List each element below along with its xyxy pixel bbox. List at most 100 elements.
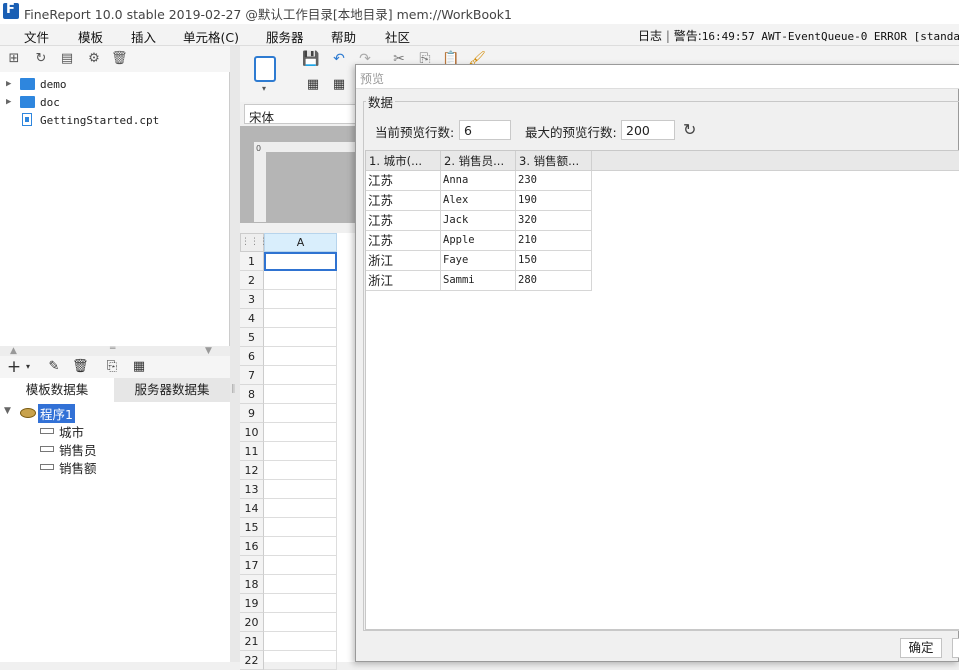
expand-arrow-icon[interactable]: ▶ (6, 97, 11, 107)
field-item[interactable]: 城市 (40, 422, 200, 440)
tab-server-dataset[interactable]: 服务器数据集 (114, 378, 230, 402)
row-header[interactable]: 22 (240, 651, 264, 670)
dropdown-icon[interactable]: ▾ (20, 359, 36, 375)
cell[interactable] (264, 594, 337, 613)
splitter-grip-icon[interactable]: ═ (110, 344, 115, 354)
table-cell[interactable]: 280 (516, 271, 592, 291)
refresh-icon[interactable]: ↻ (33, 51, 49, 67)
menu-insert[interactable]: 插入 (131, 27, 156, 46)
delete-dataset-icon[interactable]: 🗑 (72, 359, 89, 375)
dialog-title-bar[interactable]: 预览 (356, 65, 959, 89)
row-header[interactable]: 20 (240, 613, 264, 632)
row-header[interactable]: 18 (240, 575, 264, 594)
table-cell[interactable]: 江苏 (366, 191, 441, 211)
cell[interactable] (264, 328, 337, 347)
delete-icon[interactable]: 🗑 (111, 51, 128, 67)
row-header[interactable]: 19 (240, 594, 264, 613)
preview-dropdown-icon[interactable]: ▾ (262, 84, 266, 93)
tree-item-demo[interactable]: ▶ demo (0, 76, 230, 94)
table-cell[interactable]: Sammi (441, 271, 516, 291)
table-cell[interactable]: 190 (516, 191, 592, 211)
row-header[interactable]: 12 (240, 461, 264, 480)
cell[interactable] (264, 575, 337, 594)
table-cell[interactable]: 江苏 (366, 211, 441, 231)
row-header[interactable]: 17 (240, 556, 264, 575)
font-family-select[interactable]: 宋体 (244, 104, 356, 125)
cell[interactable] (264, 632, 337, 651)
cell[interactable] (264, 480, 337, 499)
expand-arrow-icon[interactable]: ▶ (6, 79, 11, 89)
save-icon[interactable]: 💾 (302, 50, 320, 68)
menu-help[interactable]: 帮助 (331, 27, 356, 46)
new-folder-icon[interactable]: ⊞ (6, 51, 22, 67)
cell[interactable] (264, 651, 337, 670)
collapse-up-icon[interactable]: ▲ (10, 346, 17, 356)
open-icon[interactable]: ▤ (59, 51, 75, 67)
log-status[interactable]: 日志 | 警告:16:49:57 AWT-EventQueue-0 ERROR … (638, 27, 959, 44)
ok-button[interactable]: 确定 (900, 638, 942, 658)
table-cell[interactable]: 浙江 (366, 271, 441, 291)
spreadsheet-grid[interactable]: ⋮⋮⋮ A 1 2 3 4 5 6 7 8 9 10 11 12 13 14 15 16 17 18 19 20 21 2… (240, 233, 360, 670)
row-header[interactable]: 8 (240, 385, 264, 404)
row-header[interactable]: 21 (240, 632, 264, 651)
row-header[interactable]: 16 (240, 537, 264, 556)
column-header-sales[interactable]: 3. 销售额... (516, 151, 592, 171)
row-header[interactable]: 14 (240, 499, 264, 518)
vertical-splitter[interactable]: ‖ (230, 46, 240, 662)
cell[interactable] (264, 423, 337, 442)
menu-cell[interactable]: 单元格(C) (183, 27, 239, 46)
tab-template-dataset[interactable]: 模板数据集 (0, 378, 114, 402)
settings-icon[interactable]: ⚙ (86, 51, 102, 67)
row-header[interactable]: 1 (240, 252, 264, 271)
row-header[interactable]: 3 (240, 290, 264, 309)
dataset-root[interactable]: ▼ 程序1 (4, 404, 224, 423)
column-header-salesperson[interactable]: 2. 销售员... (441, 151, 516, 171)
table-cell[interactable]: Faye (441, 251, 516, 271)
cell[interactable] (264, 461, 337, 480)
row-header[interactable]: 4 (240, 309, 264, 328)
report-icon[interactable]: ▦ (304, 76, 322, 94)
cell[interactable] (264, 518, 337, 537)
cell[interactable] (264, 347, 337, 366)
table-cell[interactable]: 江苏 (366, 171, 441, 191)
field-item[interactable]: 销售额 (40, 458, 200, 476)
panel-splitter[interactable]: ▲ ═ ▼ (0, 344, 230, 356)
column-header-a[interactable]: A (264, 233, 337, 252)
table-cell[interactable]: 浙江 (366, 251, 441, 271)
table-cell[interactable]: 320 (516, 211, 592, 231)
current-rows-input[interactable]: 6 (459, 120, 511, 140)
table-cell[interactable]: 230 (516, 171, 592, 191)
select-all-corner[interactable]: ⋮⋮⋮ (240, 233, 268, 252)
row-header[interactable]: 13 (240, 480, 264, 499)
cell[interactable] (264, 404, 337, 423)
table-cell[interactable]: Apple (441, 231, 516, 251)
collapse-down-icon[interactable]: ▼ (205, 346, 212, 356)
menu-template[interactable]: 模板 (78, 27, 103, 46)
row-header[interactable]: 2 (240, 271, 264, 290)
preview-dataset-icon[interactable]: ⎘ (104, 359, 120, 375)
menu-community[interactable]: 社区 (385, 27, 410, 46)
row-header[interactable]: 10 (240, 423, 264, 442)
cell[interactable] (264, 499, 337, 518)
cell[interactable] (264, 290, 337, 309)
refresh-icon[interactable]: ↻ (683, 120, 696, 139)
cell[interactable] (264, 613, 337, 632)
cell[interactable] (264, 537, 337, 556)
row-header[interactable]: 11 (240, 442, 264, 461)
table-cell[interactable]: Alex (441, 191, 516, 211)
table-cell[interactable]: 210 (516, 231, 592, 251)
row-header[interactable]: 7 (240, 366, 264, 385)
cell[interactable] (264, 556, 337, 575)
cell[interactable] (264, 442, 337, 461)
table-cell[interactable]: Anna (441, 171, 516, 191)
log-label[interactable]: 日志 (638, 29, 662, 43)
field-item[interactable]: 销售员 (40, 440, 200, 458)
server-dataset-icon[interactable]: ▦ (131, 359, 147, 375)
cell[interactable] (264, 271, 337, 290)
splitter-grip-icon[interactable]: ‖ (231, 384, 236, 394)
column-header-city[interactable]: 1. 城市(... (366, 151, 441, 171)
table-cell[interactable]: 江苏 (366, 231, 441, 251)
row-header[interactable]: 6 (240, 347, 264, 366)
table-cell[interactable]: Jack (441, 211, 516, 231)
menu-file[interactable]: 文件 (24, 27, 49, 46)
